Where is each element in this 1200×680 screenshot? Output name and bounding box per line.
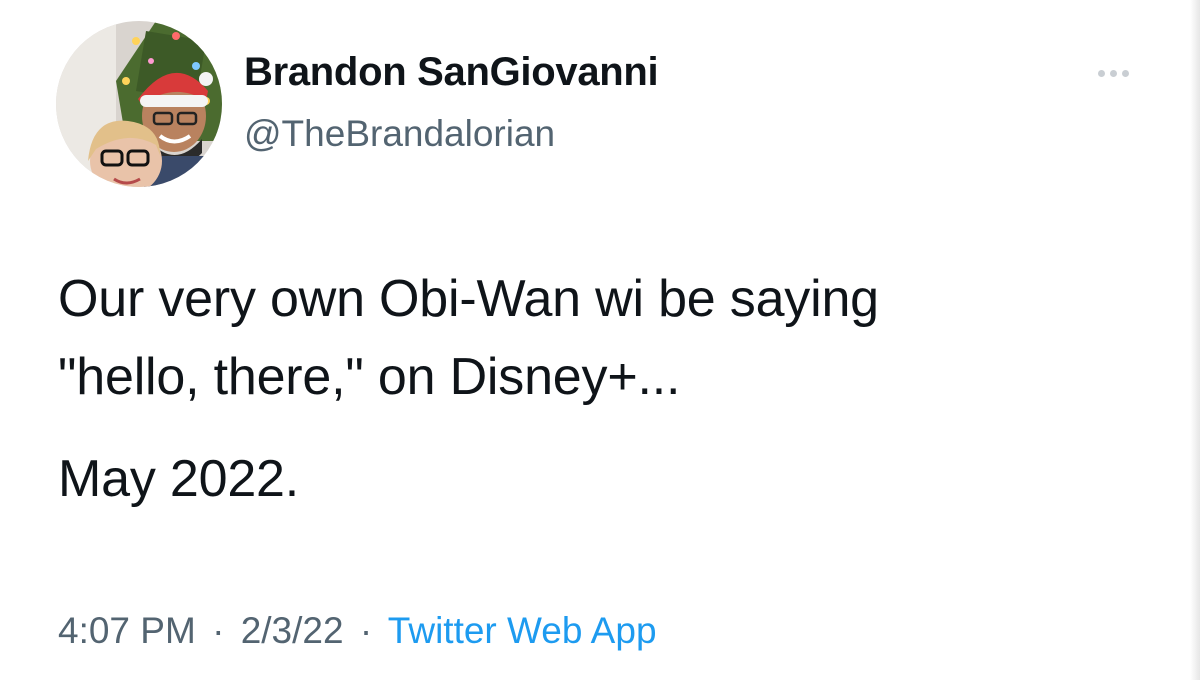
author-name[interactable]: Brandon SanGiovanni	[244, 50, 659, 95]
meta-separator: ·	[212, 610, 225, 651]
tweet-source-link[interactable]: Twitter Web App	[388, 610, 657, 651]
more-horizontal-icon	[1097, 69, 1105, 77]
tweet-text: Our very own Obi-Wan wi be saying "hello…	[58, 260, 1168, 518]
scroll-edge	[1190, 0, 1200, 680]
avatar[interactable]	[56, 21, 222, 187]
tweet-date[interactable]: 2/3/22	[241, 610, 344, 651]
tweet-meta: 4:07 PM · 2/3/22 · Twitter Web App	[58, 610, 657, 652]
avatar-photo	[56, 21, 222, 187]
tweet-text-line: "hello, there," on Disney+...	[58, 348, 681, 406]
tweet-time[interactable]: 4:07 PM	[58, 610, 196, 651]
more-options-button[interactable]	[1090, 58, 1136, 88]
more-horizontal-icon-dot	[1109, 69, 1117, 77]
tweet-card: Brandon SanGiovanni @TheBrandalorian Our…	[0, 0, 1200, 680]
meta-separator: ·	[359, 610, 373, 651]
tweet-text-line: May 2022.	[58, 450, 300, 508]
author-handle[interactable]: @TheBrandalorian	[244, 113, 555, 155]
tweet-text-line: Our very own Obi-Wan wi be saying	[58, 270, 879, 328]
more-horizontal-icon-dot	[1121, 69, 1129, 77]
